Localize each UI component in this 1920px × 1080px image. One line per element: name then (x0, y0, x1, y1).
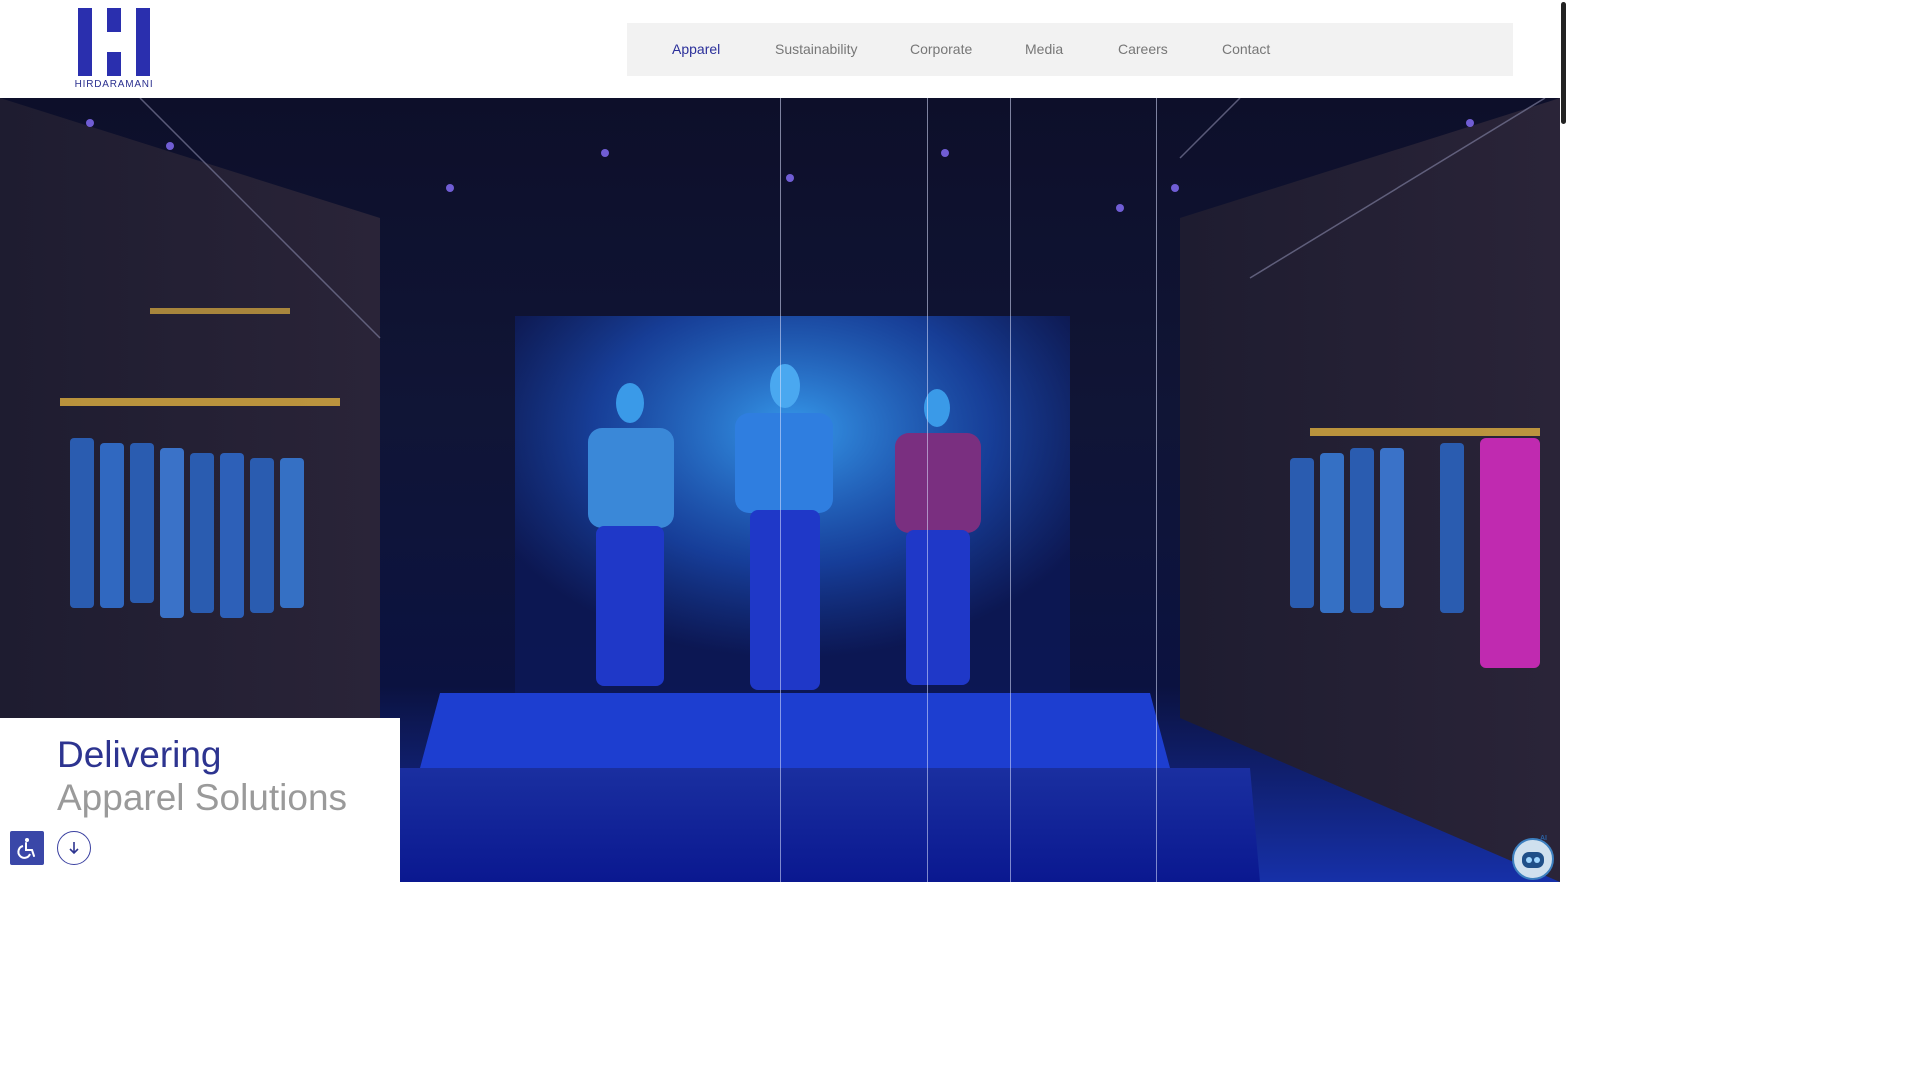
mannequin-left (588, 383, 674, 686)
arrow-down-icon (69, 842, 79, 855)
grid-line (1010, 98, 1011, 882)
nav-item-sustainability[interactable]: Sustainability (775, 41, 858, 57)
site-header: HIRDARAMANI Apparel Sustainability Corpo… (0, 0, 1560, 98)
scrollbar-thumb[interactable] (1561, 2, 1566, 124)
grid-line (1156, 98, 1157, 882)
hero-headline-line2: Apparel Solutions (57, 777, 348, 818)
scroll-down-button[interactable] (57, 831, 91, 865)
grid-line (927, 98, 928, 882)
nav-item-contact[interactable]: Contact (1222, 41, 1270, 57)
wheelchair-icon (17, 838, 35, 859)
hirdaramani-logo[interactable]: HIRDARAMANI (74, 6, 154, 92)
grid-line (780, 98, 781, 882)
scrollbar[interactable] (1560, 0, 1568, 882)
nav-item-apparel[interactable]: Apparel (672, 41, 720, 57)
chat-ai-badge: AI (1540, 835, 1547, 842)
logo-mark-icon (78, 8, 150, 76)
nav-item-corporate[interactable]: Corporate (910, 41, 972, 57)
chatbot-button[interactable] (1512, 838, 1554, 880)
chatbot-icon (1522, 852, 1544, 868)
logo-text: HIRDARAMANI (74, 79, 154, 90)
nav-item-media[interactable]: Media (1025, 41, 1063, 57)
mannequin-right (895, 389, 981, 685)
accessibility-button[interactable] (10, 831, 44, 865)
nav-item-careers[interactable]: Careers (1118, 41, 1168, 57)
hero-headline-line1: Delivering (57, 734, 222, 775)
main-nav: Apparel Sustainability Corporate Media C… (627, 23, 1513, 76)
